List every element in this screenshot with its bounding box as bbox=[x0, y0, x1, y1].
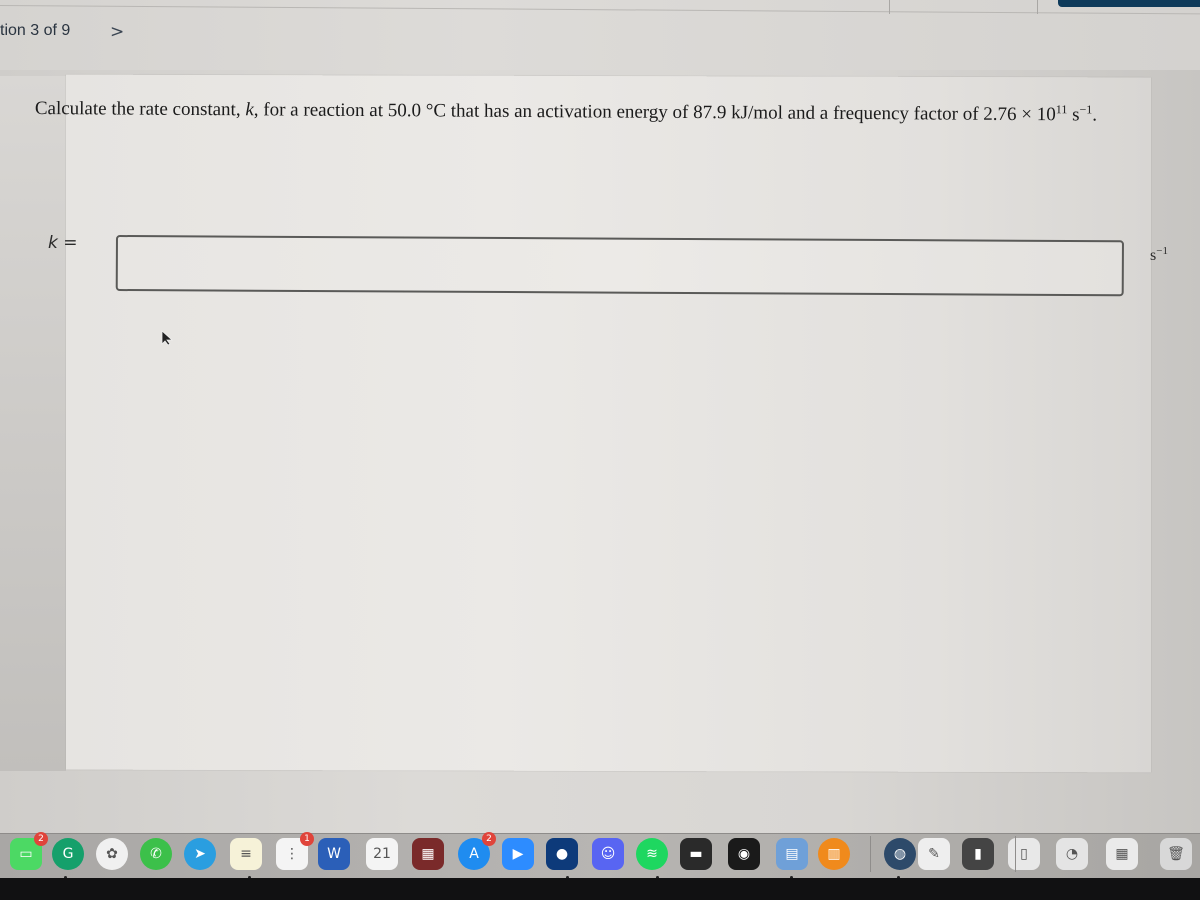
spotify-glyph: ≋ bbox=[646, 846, 658, 862]
notification-badge: 1 bbox=[300, 832, 314, 846]
answer-label: k = bbox=[48, 233, 78, 253]
notes-icon[interactable]: ≡ bbox=[230, 838, 262, 870]
browser-tab-strip-edge bbox=[0, 5, 1200, 15]
screen-bezel bbox=[0, 878, 1200, 900]
word-icon[interactable]: W bbox=[318, 838, 350, 870]
notebook-icon[interactable]: ▮ bbox=[962, 838, 994, 870]
top-nav-bar: tion 3 of 9 > bbox=[0, 0, 1200, 70]
trash-glyph: 🗑 bbox=[1167, 846, 1185, 862]
golf-app-icon[interactable]: ● bbox=[546, 838, 578, 870]
textedit-glyph: ✎ bbox=[928, 846, 940, 862]
discord-icon[interactable]: ☺ bbox=[592, 838, 624, 870]
telegram-icon[interactable]: ➤ bbox=[184, 838, 216, 870]
grammarly-glyph: G bbox=[62, 846, 74, 862]
question-text: Calculate the rate constant, k, for a re… bbox=[35, 88, 1155, 131]
question-text-part: . bbox=[1092, 104, 1098, 126]
answer-unit-exponent: −1 bbox=[1156, 245, 1168, 257]
chrome-window-icon[interactable]: ◔ bbox=[1056, 838, 1088, 870]
photo-booth-red-glyph: ◉ bbox=[737, 846, 751, 862]
rate-constant-input[interactable] bbox=[115, 235, 1124, 297]
preview-glyph: ▤ bbox=[785, 846, 799, 862]
question-text-part: , for a reaction at 50.0 °C that has an … bbox=[253, 99, 1056, 126]
screen: tion 3 of 9 > Calculate the rate constan… bbox=[0, 0, 1200, 900]
dock-separator bbox=[1015, 836, 1016, 872]
reminders-icon[interactable]: ⋮ 1 bbox=[276, 832, 314, 870]
photo-booth-red-icon[interactable]: ◉ bbox=[728, 838, 760, 870]
spotify-icon[interactable]: ≋ bbox=[636, 838, 668, 870]
textedit-icon[interactable]: ✎ bbox=[918, 838, 950, 870]
zoom-glyph: ▶ bbox=[512, 846, 524, 862]
calendar-icon[interactable]: 21 bbox=[366, 838, 398, 870]
photos-glyph: ✿ bbox=[106, 846, 118, 862]
photo-booth-icon[interactable]: ▦ bbox=[412, 838, 444, 870]
variable-k: k bbox=[245, 99, 254, 121]
trash-icon[interactable]: 🗑 bbox=[1160, 838, 1192, 870]
photo-booth-glyph: ▦ bbox=[421, 846, 435, 862]
next-question-button[interactable]: > bbox=[110, 22, 124, 42]
notebook-glyph: ▮ bbox=[974, 846, 982, 862]
active-tab-accent[interactable] bbox=[1058, 0, 1200, 7]
discord-glyph: ☺ bbox=[600, 846, 616, 862]
document-stack-icon[interactable]: ▯ bbox=[1008, 838, 1040, 870]
app-store-icon[interactable]: A2 bbox=[458, 832, 496, 870]
zoom-icon[interactable]: ▶ bbox=[502, 838, 534, 870]
dock-separator bbox=[870, 836, 871, 872]
preview-icon[interactable]: ▤ bbox=[776, 838, 808, 870]
question-progress: tion 3 of 9 bbox=[0, 22, 71, 39]
answer-label-eq: = bbox=[57, 233, 78, 253]
reminders-glyph: ⋮ bbox=[285, 846, 299, 862]
question-text-part: Calculate the rate constant, bbox=[34, 97, 246, 121]
word-glyph: W bbox=[327, 846, 341, 862]
terminal-icon[interactable]: ▬ bbox=[680, 838, 712, 870]
golf-app-glyph: ● bbox=[555, 846, 569, 862]
grammarly-icon[interactable]: G bbox=[52, 838, 84, 870]
notification-badge: 2 bbox=[34, 832, 48, 846]
chrome-downloads-glyph: ◍ bbox=[893, 846, 907, 862]
notes-glyph: ≡ bbox=[240, 846, 252, 862]
answer-label-var: k bbox=[48, 233, 58, 253]
whatsapp-icon[interactable]: ✆ bbox=[140, 838, 172, 870]
tab-divider bbox=[889, 0, 890, 14]
terminal-glyph: ▬ bbox=[689, 846, 703, 862]
mouse-pointer-icon bbox=[161, 330, 174, 346]
books-glyph: ▥ bbox=[827, 846, 841, 862]
chrome-downloads-icon[interactable]: ◍ bbox=[884, 838, 916, 870]
chevron-right-icon: > bbox=[110, 22, 125, 42]
chrome-window-glyph: ◔ bbox=[1065, 846, 1079, 862]
question-panel bbox=[66, 74, 1151, 773]
telegram-glyph: ➤ bbox=[194, 846, 206, 862]
calendar-glyph: 21 bbox=[373, 846, 391, 862]
app-store-glyph: A bbox=[469, 846, 479, 862]
books-icon[interactable]: ▥ bbox=[818, 838, 850, 870]
facetime-glyph: ▭ bbox=[19, 846, 33, 862]
spreadsheet-window-icon[interactable]: ▦ bbox=[1106, 838, 1138, 870]
tab-divider bbox=[1037, 0, 1038, 14]
notification-badge: 2 bbox=[482, 832, 496, 846]
left-sidebar-edge bbox=[0, 76, 66, 771]
exponent: 11 bbox=[1055, 102, 1068, 117]
answer-row: k = s−1 bbox=[0, 230, 1200, 300]
whatsapp-glyph: ✆ bbox=[150, 846, 162, 862]
answer-unit: s−1 bbox=[1150, 245, 1168, 265]
document-stack-glyph: ▯ bbox=[1020, 846, 1028, 862]
unit-exponent: −1 bbox=[1079, 102, 1093, 117]
facetime-icon[interactable]: ▭ 2 bbox=[10, 832, 48, 870]
unit-base: s bbox=[1067, 104, 1080, 126]
photos-icon[interactable]: ✿ bbox=[96, 838, 128, 870]
spreadsheet-window-glyph: ▦ bbox=[1115, 846, 1129, 862]
